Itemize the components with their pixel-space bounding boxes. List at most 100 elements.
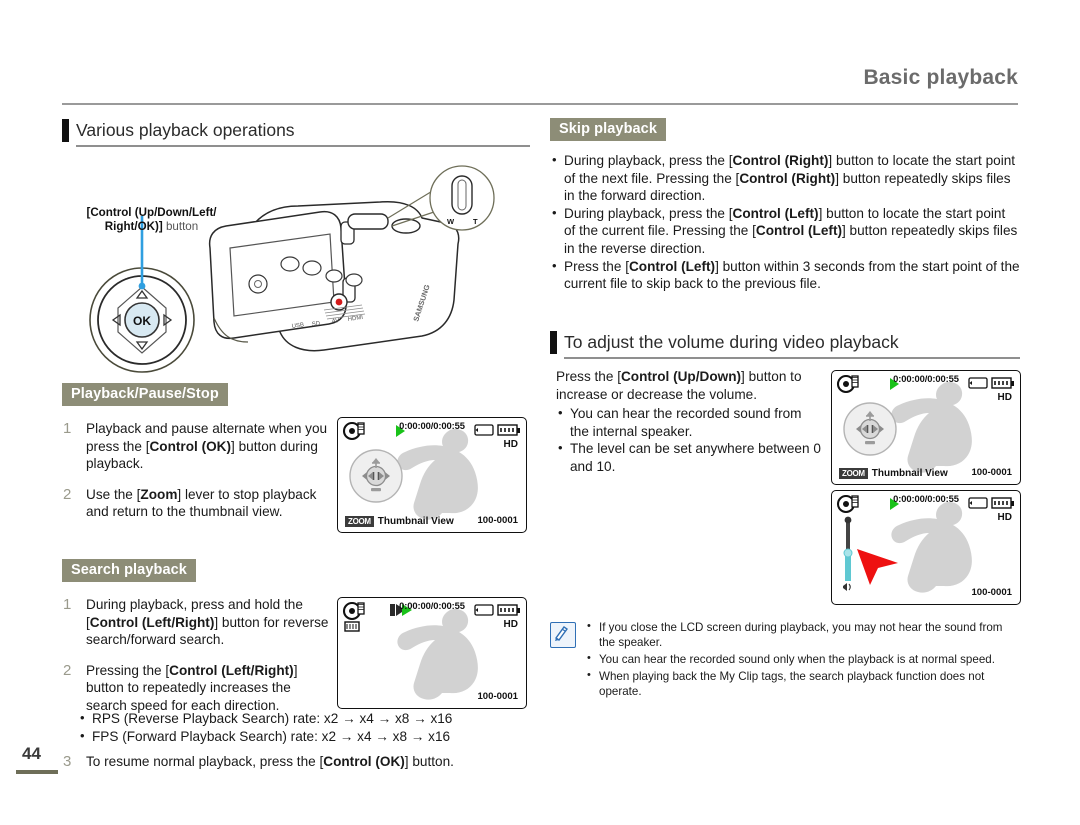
search-step-3: 3 To resume normal playback, press the [C…	[62, 753, 552, 771]
step-number: 1	[63, 596, 72, 613]
list-item: You can hear the recorded sound from the…	[556, 404, 821, 440]
card-icon	[968, 377, 988, 389]
step-number: 3	[63, 753, 72, 770]
control-ring-icon	[843, 402, 897, 456]
heading-rule	[76, 145, 530, 147]
hd-badge: HD	[503, 619, 518, 630]
step-text: Playback and pause alternate when you pr…	[86, 421, 328, 472]
page-number: 44	[22, 744, 41, 763]
right-column: Skip playback During playback, press the…	[550, 118, 1020, 293]
list-item: During playback, press the [Control (Lef…	[550, 204, 1020, 258]
page-header-title: Basic playback	[863, 66, 1018, 89]
svg-text:AV: AV	[331, 318, 339, 325]
list-item: 1 Playback and pause alternate when you p…	[62, 420, 332, 473]
list-item: When playing back the My Clip tags, the …	[586, 668, 1020, 699]
list-item: You can hear the recorded sound only whe…	[586, 651, 1020, 667]
playback-steps: 1 Playback and pause alternate when you p…	[62, 420, 332, 521]
heading-text: To adjust the volume during video playba…	[564, 332, 899, 352]
volume-intro: Press the [Control (Up/Down)] button to …	[556, 369, 802, 402]
heading-volume: To adjust the volume during video playba…	[550, 330, 1020, 359]
file-number: 100-0001	[971, 467, 1012, 478]
search-playback-section: Search playback 1 During playback, press …	[62, 559, 334, 728]
file-number: 100-0001	[477, 691, 518, 702]
zoom-tag: ZOOM	[839, 468, 868, 479]
mode-icon	[342, 421, 365, 441]
control-ring-icon	[349, 449, 403, 503]
list-item: 2 Pressing the [Control (Left/Right)] but…	[62, 662, 334, 715]
file-number: 100-0001	[971, 587, 1012, 598]
mode-icon	[836, 374, 859, 394]
skip-playback-list: During playback, press the [Control (Rig…	[550, 151, 1020, 293]
label-search-playback: Search playback	[62, 559, 196, 582]
list-item: The level can be set anywhere between 0 …	[556, 439, 821, 475]
mode-icon	[342, 601, 365, 621]
callout-line-1: [Control (Up/Down/Left/	[86, 206, 217, 219]
zoom-tag: ZOOM	[345, 516, 374, 527]
list-item: RPS (Reverse Playback Search) rate: x2 →…	[78, 709, 548, 728]
hd-badge: HD	[503, 439, 518, 450]
heading-bar	[62, 119, 69, 142]
lcd-screen-volume-slider: 0:00:00/0:00:55 HD 100-0001	[831, 490, 1021, 605]
step-text: Pressing the [Control (Left/Right)] butt…	[86, 662, 298, 713]
heading-bar	[550, 331, 557, 354]
note-icon	[550, 622, 576, 648]
list-item: If you close the LCD screen during playb…	[586, 619, 1020, 650]
control-button-callout-label: [Control (Up/Down/Left/ Right/OK)] butto…	[64, 206, 239, 234]
volume-slider	[843, 516, 853, 591]
list-item: 3 To resume normal playback, press the [C…	[62, 753, 552, 771]
card-icon	[968, 497, 988, 509]
search-steps: 1 During playback, press and hold the [Co…	[62, 596, 334, 715]
list-item: FPS (Forward Playback Search) rate: x2 →…	[78, 727, 548, 746]
svg-text:T: T	[473, 217, 478, 226]
list-item: 2 Use the [Zoom] lever to stop playback a…	[62, 486, 332, 521]
heading-text: Various playback operations	[76, 120, 295, 140]
label-playback-pause-stop: Playback/Pause/Stop	[62, 383, 228, 406]
ok-button-label: OK	[133, 314, 151, 328]
card-icon	[474, 424, 494, 436]
volume-section: To adjust the volume during video playba…	[550, 330, 1020, 365]
hd-badge: HD	[997, 512, 1012, 523]
volume-text-block: Press the [Control (Up/Down)] button to …	[556, 368, 821, 476]
lcd-screen-volume-thumbnail: 0:00:00/0:00:55 HD ZOOM Thumbnail View 1…	[831, 370, 1021, 485]
timecode-display: 0:00:00/0:00:55	[399, 600, 465, 611]
camcorder-drawing: USB SD AV HDMI SAMSUNG W T OK	[89, 165, 495, 373]
timecode-display: 0:00:00/0:00:55	[399, 420, 465, 431]
svg-text:W: W	[447, 217, 455, 226]
note-box: If you close the LCD screen during playb…	[550, 619, 1020, 701]
list-item: Press the [Control (Left)] button within…	[550, 257, 1020, 293]
heading-rule	[564, 357, 1020, 359]
lcd-screen-playback: 0:00:00/0:00:55 HD ZOOM Thumbnail View 1…	[337, 417, 527, 533]
note-list: If you close the LCD screen during playb…	[586, 619, 1020, 699]
step-number: 1	[63, 420, 72, 437]
camcorder-illustration: [Control (Up/Down/Left/ Right/OK)] butto…	[62, 150, 532, 380]
timecode-display: 0:00:00/0:00:55	[893, 493, 959, 504]
list-item: During playback, press the [Control (Rig…	[550, 151, 1020, 205]
playback-pause-stop-section: Playback/Pause/Stop 1 Playback and pause …	[62, 383, 332, 534]
timecode-display: 0:00:00/0:00:55	[893, 373, 959, 384]
card-icon	[474, 604, 494, 616]
battery-icon	[991, 377, 1014, 389]
callout-line-2-suffix: button	[162, 220, 199, 233]
step-number: 2	[63, 485, 72, 503]
list-item: 1 During playback, press and hold the [Co…	[62, 596, 334, 649]
battery-icon	[497, 424, 520, 436]
mode-icon	[836, 494, 859, 514]
thumbnail-view-hint: ZOOM Thumbnail View	[839, 468, 948, 479]
thumbnail-view-hint: ZOOM Thumbnail View	[345, 516, 454, 527]
step-number: 2	[63, 661, 72, 679]
hd-badge: HD	[997, 392, 1012, 403]
thumbnail-view-label: Thumbnail View	[377, 516, 454, 527]
page-number-rule	[16, 770, 58, 774]
lcd-screen-search: 0:00:00/0:00:55 HD 100-0001	[337, 597, 527, 709]
file-number: 100-0001	[477, 515, 518, 526]
step-text: To resume normal playback, press the [Co…	[86, 754, 454, 769]
header-divider	[62, 103, 1018, 105]
volume-bullets: You can hear the recorded sound from the…	[556, 404, 821, 475]
search-rates-list: RPS (Reverse Playback Search) rate: x2 →…	[78, 709, 548, 746]
cursor-arrow-icon	[857, 549, 898, 585]
label-skip-playback: Skip playback	[550, 118, 667, 141]
battery-icon	[497, 604, 520, 616]
left-column: Various playback operations	[62, 118, 530, 153]
manual-page: Basic playback Various playback operatio…	[0, 0, 1080, 825]
step-text: Use the [Zoom] lever to stop playback an…	[86, 486, 317, 520]
